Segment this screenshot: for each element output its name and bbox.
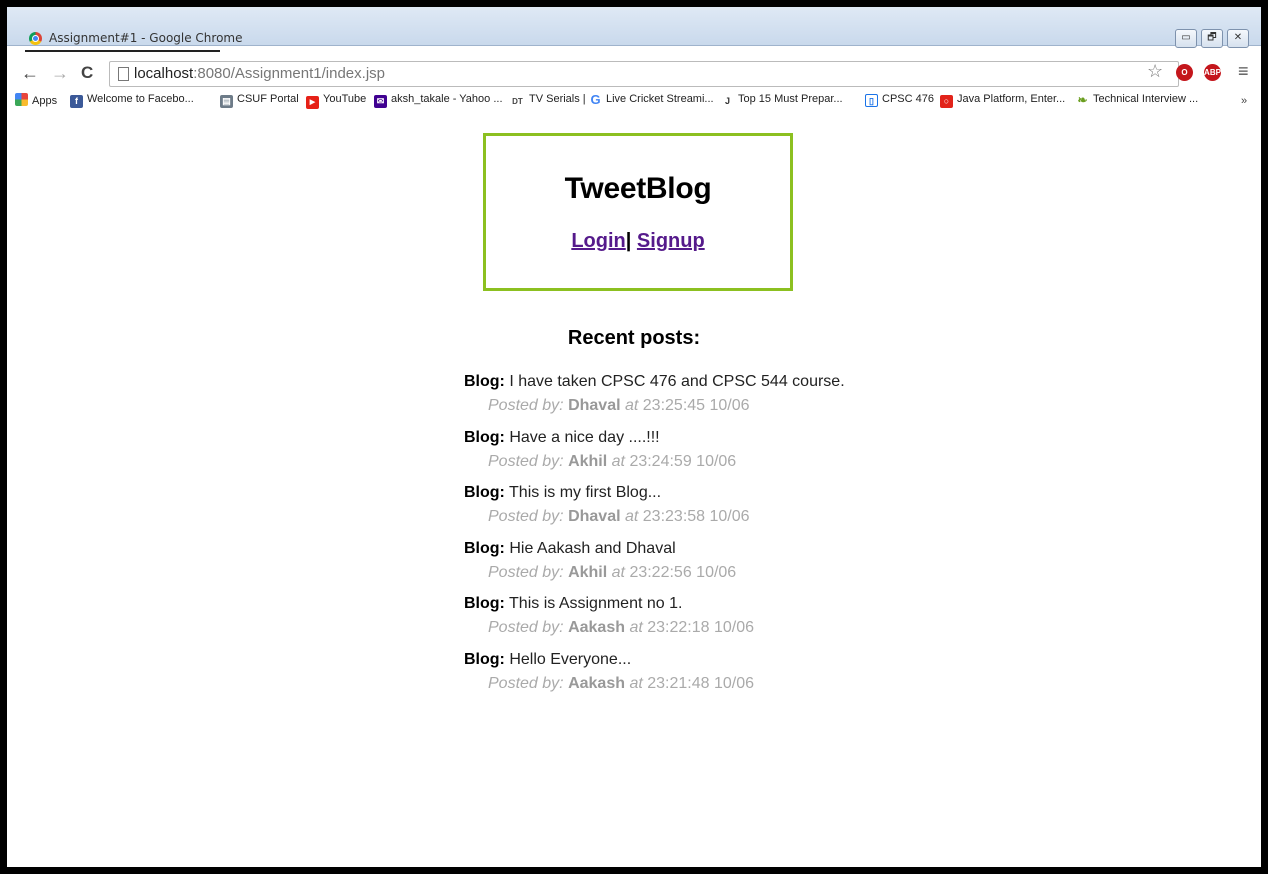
chrome-logo-icon: [29, 32, 42, 45]
bookmark-top-15[interactable]: J Top 15 Must Prepar...: [721, 93, 843, 111]
tab-underline: [25, 50, 220, 52]
minimize-button[interactable]: ▭: [1175, 29, 1197, 48]
youtube-icon: ▶: [306, 96, 319, 109]
post-author: Aakash: [568, 674, 625, 692]
post-item: Blog: This is my first Blog... Posted by…: [464, 483, 984, 539]
recent-posts-heading: Recent posts:: [567, 327, 701, 349]
post-text: Hello Everyone...: [509, 650, 632, 668]
adblock-plus-icon[interactable]: ABP: [1204, 64, 1221, 81]
browser-toolbar: ← → C localhost:8080/Assignment1/index.j…: [7, 59, 1261, 87]
tv-serials-icon: DT: [510, 95, 525, 108]
back-button[interactable]: ←: [21, 62, 39, 84]
posted-by-label: Posted by:: [488, 674, 564, 692]
post-time: 23:25:45 10/06: [642, 397, 750, 414]
signup-link[interactable]: Signup: [637, 230, 705, 252]
post-time: 23:23:58 10/06: [642, 508, 750, 525]
post-author: Akhil: [568, 563, 608, 581]
blog-label: Blog:: [464, 428, 505, 446]
post-text: This is my first Blog...: [509, 484, 662, 501]
docs-icon: ▯: [865, 94, 878, 107]
posted-by-label: Posted by:: [488, 397, 564, 414]
title-bar[interactable]: Assignment#1 - Google Chrome ▭ 🗗 ✕: [7, 7, 1261, 52]
post-item: Blog: Have a nice day ....!!! Posted by:…: [464, 428, 984, 484]
url-text[interactable]: localhost:8080/Assignment1/index.jsp: [134, 65, 385, 82]
site-title: TweetBlog: [564, 172, 712, 205]
jm-icon: J: [721, 95, 734, 108]
blog-label: Blog:: [464, 373, 505, 390]
bookmarks-bar: Apps f Welcome to Facebo... ▤ CSUF Portal …: [7, 89, 1261, 116]
bookmark-csuf-portal[interactable]: ▤ CSUF Portal: [220, 93, 299, 111]
bookmark-technical-interview[interactable]: ❧ Technical Interview ...: [1076, 93, 1198, 111]
link-separator: |: [625, 230, 632, 252]
at-label: at: [629, 619, 643, 636]
post-author: Dhaval: [568, 397, 621, 414]
post-time: 23:21:48 10/06: [647, 674, 754, 692]
bookmark-tv-serials[interactable]: DT TV Serials |: [510, 93, 586, 111]
post-text: This is Assignment no 1.: [509, 595, 683, 612]
posts-list: Blog: I have taken CPSC 476 and CPSC 544…: [464, 372, 984, 705]
auth-links: Login| Signup: [486, 230, 790, 253]
at-label: at: [611, 452, 625, 470]
post-author: Akhil: [568, 452, 608, 470]
apps-grid-icon: [15, 93, 28, 106]
chrome-menu-icon[interactable]: ≡: [1238, 61, 1249, 82]
bookmark-live-cricket[interactable]: G Live Cricket Streami...: [589, 93, 714, 111]
at-label: at: [624, 397, 639, 414]
bookmark-facebook[interactable]: f Welcome to Facebo...: [70, 93, 194, 111]
reload-button[interactable]: C: [81, 62, 93, 84]
opera-extension-icon[interactable]: O: [1176, 64, 1193, 81]
posted-by-label: Posted by:: [488, 452, 564, 470]
page-content: TweetBlog Login| Signup Recent posts: Bl…: [7, 115, 1261, 867]
bookmarks-overflow-button[interactable]: »: [1241, 95, 1247, 107]
post-time: 23:22:18 10/06: [647, 619, 754, 636]
post-item: Blog: I have taken CPSC 476 and CPSC 544…: [464, 372, 984, 428]
post-text: Hie Aakash and Dhaval: [509, 539, 676, 557]
post-time: 23:22:56 10/06: [629, 563, 737, 581]
blog-label: Blog:: [464, 650, 505, 668]
facebook-icon: f: [70, 95, 83, 108]
oracle-icon: ○: [940, 95, 953, 108]
posted-by-label: Posted by:: [488, 563, 564, 581]
bookmark-apps[interactable]: Apps: [15, 93, 57, 111]
address-bar[interactable]: localhost:8080/Assignment1/index.jsp: [109, 61, 1179, 87]
window-title: Assignment#1 - Google Chrome: [49, 31, 243, 45]
browser-window: Assignment#1 - Google Chrome ▭ 🗗 ✕ ← → C…: [7, 7, 1261, 867]
post-item: Blog: This is Assignment no 1. Posted by…: [464, 594, 984, 650]
at-label: at: [629, 674, 643, 692]
bookmark-yahoo-mail[interactable]: ✉ aksh_takale - Yahoo ...: [374, 93, 503, 111]
at-label: at: [611, 563, 625, 581]
close-button[interactable]: ✕: [1227, 29, 1249, 48]
posted-by-label: Posted by:: [488, 508, 564, 525]
post-item: Blog: Hello Everyone... Posted by: Aakas…: [464, 650, 984, 706]
post-text: I have taken CPSC 476 and CPSC 544 cours…: [509, 373, 845, 390]
post-author: Aakash: [568, 619, 625, 636]
blog-label: Blog:: [464, 595, 505, 612]
yahoo-mail-icon: ✉: [374, 95, 387, 108]
portal-icon: ▤: [220, 95, 233, 108]
post-item: Blog: Hie Aakash and Dhaval Posted by: A…: [464, 539, 984, 595]
blog-label: Blog:: [464, 539, 505, 557]
posted-by-label: Posted by:: [488, 619, 564, 636]
at-label: at: [624, 508, 639, 525]
login-link[interactable]: Login: [571, 230, 625, 252]
forward-button[interactable]: →: [51, 62, 69, 84]
bookmark-youtube[interactable]: ▶ YouTube: [306, 93, 366, 111]
restore-button[interactable]: 🗗: [1201, 29, 1223, 48]
bookmark-star-icon[interactable]: ☆: [1147, 61, 1163, 82]
page-icon: [118, 67, 129, 81]
google-icon: G: [589, 92, 602, 107]
header-box: TweetBlog Login| Signup: [483, 133, 793, 291]
post-author: Dhaval: [568, 508, 621, 525]
post-text: Have a nice day ....!!!: [509, 428, 660, 446]
bookmark-java-platform[interactable]: ○ Java Platform, Enter...: [940, 93, 1065, 111]
leaf-icon: ❧: [1076, 93, 1089, 107]
bookmark-cpsc-476[interactable]: ▯ CPSC 476: [865, 93, 934, 111]
blog-label: Blog:: [464, 484, 505, 501]
post-time: 23:24:59 10/06: [629, 452, 737, 470]
